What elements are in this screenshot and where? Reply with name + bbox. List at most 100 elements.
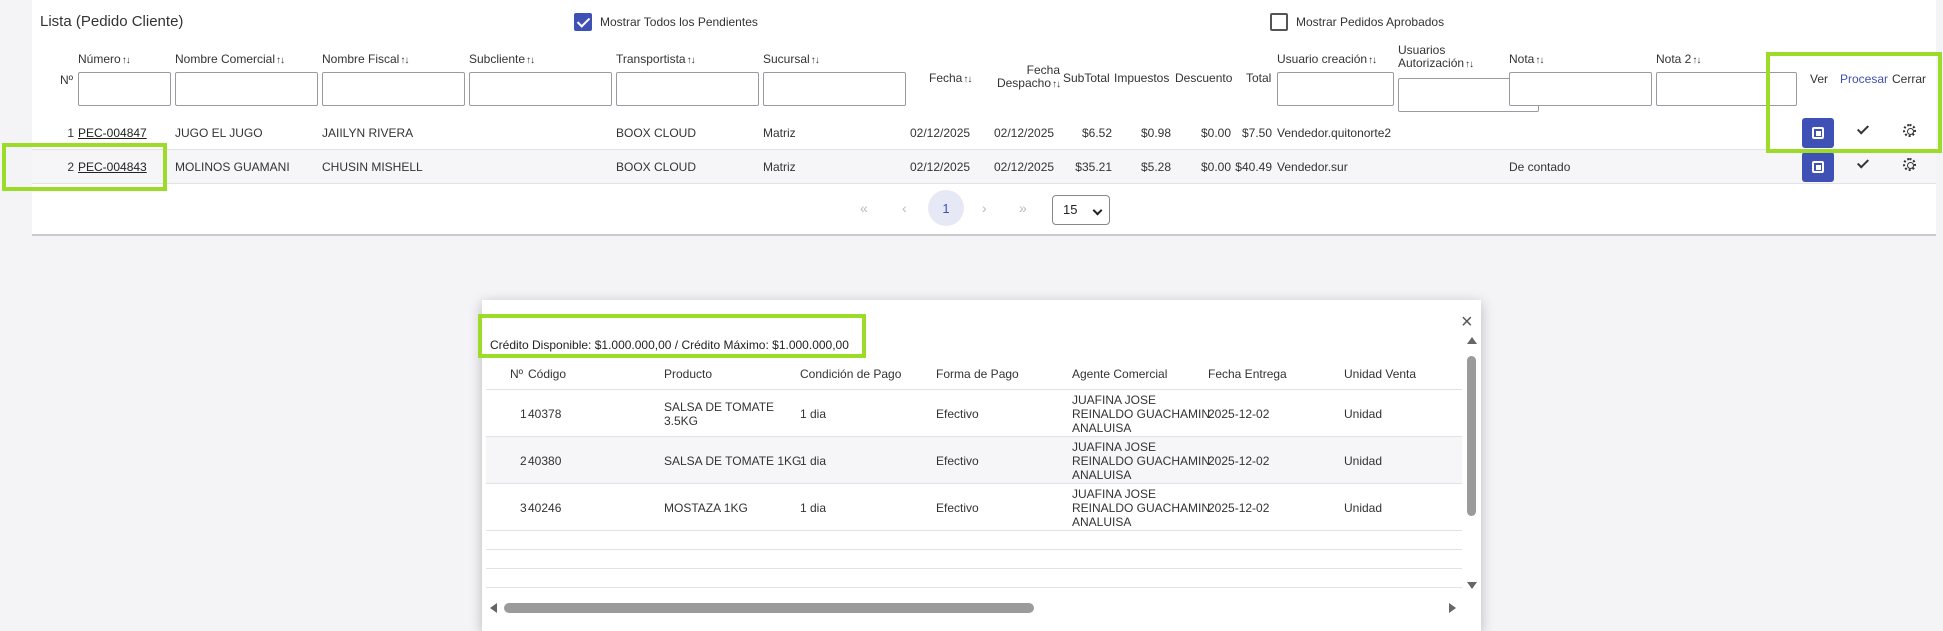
table-row: 2 40380 SALSA DE TOMATE 1KG 1 dia Efecti… — [486, 437, 1462, 484]
col-nota[interactable]: Nota↑↓ — [1509, 52, 1544, 66]
col-total: Total — [1246, 71, 1272, 85]
show-approved-checkbox[interactable]: Mostrar Pedidos Aprobados — [1270, 13, 1444, 31]
col-nota2[interactable]: Nota 2↑↓ — [1656, 52, 1701, 66]
condicion-cell: 1 dia — [800, 407, 827, 421]
col-subcliente[interactable]: Subcliente↑↓ — [469, 52, 535, 66]
sort-icon[interactable]: ↑↓ — [122, 55, 131, 66]
agente-cell-1: JUAFINA JOSE — [1072, 487, 1157, 501]
scroll-down-icon[interactable] — [1467, 582, 1477, 589]
order-detail-modal: × Crédito Disponible: $1.000.000,00 / Cr… — [478, 300, 1481, 631]
close-icon[interactable]: × — [1461, 312, 1473, 332]
fecha-entrega-cell: 2025-12-02 — [1208, 454, 1270, 468]
show-pending-checkbox[interactable]: Mostrar Todos los Pendientes — [574, 13, 758, 31]
condicion-cell: 1 dia — [800, 454, 827, 468]
table-row: 1 PEC-004847 JUGO EL JUGO JAIILYN RIVERA… — [32, 116, 1936, 150]
descuento-cell: $0.00 — [1200, 160, 1231, 174]
highlight-actions-box — [1766, 52, 1942, 153]
sort-icon[interactable]: ↑↓ — [1465, 59, 1474, 70]
col-fecha[interactable]: Fecha↑↓ — [929, 71, 972, 85]
fecha-entrega-cell: 2025-12-02 — [1208, 501, 1270, 515]
col-transportista[interactable]: Transportista↑↓ — [616, 52, 696, 66]
check-icon[interactable] — [1856, 157, 1870, 171]
sort-icon[interactable]: ↑↓ — [400, 55, 409, 66]
unidad-cell: Unidad — [1344, 501, 1383, 515]
agente-cell-2: REINALDO GUACHAMIN — [1072, 454, 1211, 468]
filter-numero-input[interactable] — [78, 72, 171, 106]
usuario-creacion-cell: Vendedor.sur — [1277, 160, 1348, 174]
codigo-cell: 40380 — [528, 454, 562, 468]
subtotal-cell: $6.52 — [1081, 126, 1112, 140]
horizontal-scrollbar[interactable] — [504, 603, 1034, 613]
sort-icon[interactable]: ↑↓ — [811, 55, 820, 66]
sort-icon[interactable]: ↑↓ — [1368, 55, 1377, 66]
sort-icon[interactable]: ↑↓ — [276, 55, 285, 66]
checkbox-unchecked-icon[interactable] — [1270, 13, 1288, 31]
col-subcliente-label: Subcliente — [469, 52, 526, 66]
transportista-cell: BOOX CLOUD — [616, 160, 697, 174]
mcol-codigo: Código — [528, 367, 567, 381]
col-sucursal[interactable]: Sucursal↑↓ — [763, 52, 820, 66]
scroll-up-icon[interactable] — [1467, 337, 1477, 344]
first-page-button[interactable]: « — [860, 200, 868, 216]
sort-icon[interactable]: ↑↓ — [1692, 55, 1701, 66]
agente-cell-3: ANALUISA — [1072, 421, 1132, 435]
scroll-right-icon[interactable] — [1449, 603, 1456, 613]
show-approved-label: Mostrar Pedidos Aprobados — [1296, 15, 1445, 29]
page-title: Lista (Pedido Cliente) — [40, 13, 184, 30]
col-nota2-label: Nota 2 — [1656, 52, 1692, 66]
open-in-icon — [1812, 161, 1824, 173]
checkbox-checked-icon[interactable] — [574, 13, 592, 31]
condicion-cell: 1 dia — [800, 501, 827, 515]
unidad-cell: Unidad — [1344, 407, 1383, 421]
sort-icon[interactable]: ↑↓ — [1052, 79, 1061, 90]
mcol-fecha-entrega: Fecha Entrega — [1208, 367, 1287, 381]
mcol-no: Nº — [510, 367, 524, 381]
filter-nombre-comercial-input[interactable] — [175, 72, 318, 106]
producto-cell-1: SALSA DE TOMATE 1KG — [664, 454, 802, 468]
sort-icon[interactable]: ↑↓ — [526, 55, 535, 66]
filter-nota-input[interactable] — [1509, 72, 1652, 106]
view-button[interactable] — [1802, 152, 1834, 182]
total-cell: $40.49 — [1235, 160, 1272, 174]
col-fecha-despacho-label-2: Despacho — [996, 76, 1051, 90]
current-page-button[interactable]: 1 — [928, 190, 964, 226]
page-size-value: 15 — [1063, 202, 1078, 217]
filter-subcliente-input[interactable] — [469, 72, 612, 106]
col-sucursal-label: Sucursal — [763, 52, 810, 66]
col-fecha-despacho[interactable]: Fecha Despacho↑↓ — [990, 64, 1061, 91]
sort-icon[interactable]: ↑↓ — [963, 74, 972, 85]
order-number-link[interactable]: PEC-004847 — [78, 126, 147, 140]
total-cell: $7.50 — [1241, 126, 1272, 140]
page-size-select[interactable]: 15 — [1052, 195, 1110, 225]
col-nombre-comercial-label: Nombre Comercial — [175, 52, 276, 66]
col-usuarios-autorizacion[interactable]: Usuarios Autorización↑↓ — [1398, 44, 1474, 71]
col-numero[interactable]: Número↑↓ — [78, 52, 131, 66]
col-impuestos: Impuestos — [1114, 71, 1170, 85]
mcol-agente: Agente Comercial — [1072, 367, 1168, 381]
sort-icon[interactable]: ↑↓ — [687, 55, 696, 66]
col-usuario-creacion[interactable]: Usuario creación↑↓ — [1277, 52, 1377, 66]
filter-nombre-fiscal-input[interactable] — [322, 72, 465, 106]
vertical-scrollbar[interactable] — [1467, 356, 1476, 516]
agente-cell-3: ANALUISA — [1072, 468, 1132, 482]
impuestos-cell: $0.98 — [1140, 126, 1171, 140]
prev-page-button[interactable]: ‹ — [902, 200, 907, 216]
descuento-cell: $0.00 — [1200, 126, 1231, 140]
fecha-cell: 02/12/2025 — [910, 126, 971, 140]
gear-icon[interactable] — [1903, 158, 1916, 171]
nombre-comercial-cell: JUGO EL JUGO — [175, 126, 263, 140]
filter-sucursal-input[interactable] — [763, 72, 906, 106]
impuestos-cell: $5.28 — [1140, 160, 1171, 174]
filter-usuario-creacion-input[interactable] — [1277, 72, 1394, 106]
next-page-button[interactable]: › — [982, 200, 987, 216]
col-numero-label: Número — [78, 52, 121, 66]
sort-icon[interactable]: ↑↓ — [1535, 55, 1544, 66]
col-nombre-comercial[interactable]: Nombre Comercial↑↓ — [175, 52, 285, 66]
col-nombre-fiscal[interactable]: Nombre Fiscal↑↓ — [322, 52, 409, 66]
nota-cell: De contado — [1509, 160, 1571, 174]
scroll-left-icon[interactable] — [490, 603, 497, 613]
filter-transportista-input[interactable] — [616, 72, 759, 106]
table-row: 3 40246 MOSTAZA 1KG 1 dia Efectivo JUAFI… — [486, 484, 1462, 531]
last-page-button[interactable]: » — [1019, 200, 1027, 216]
col-nombre-fiscal-label: Nombre Fiscal — [322, 52, 400, 66]
